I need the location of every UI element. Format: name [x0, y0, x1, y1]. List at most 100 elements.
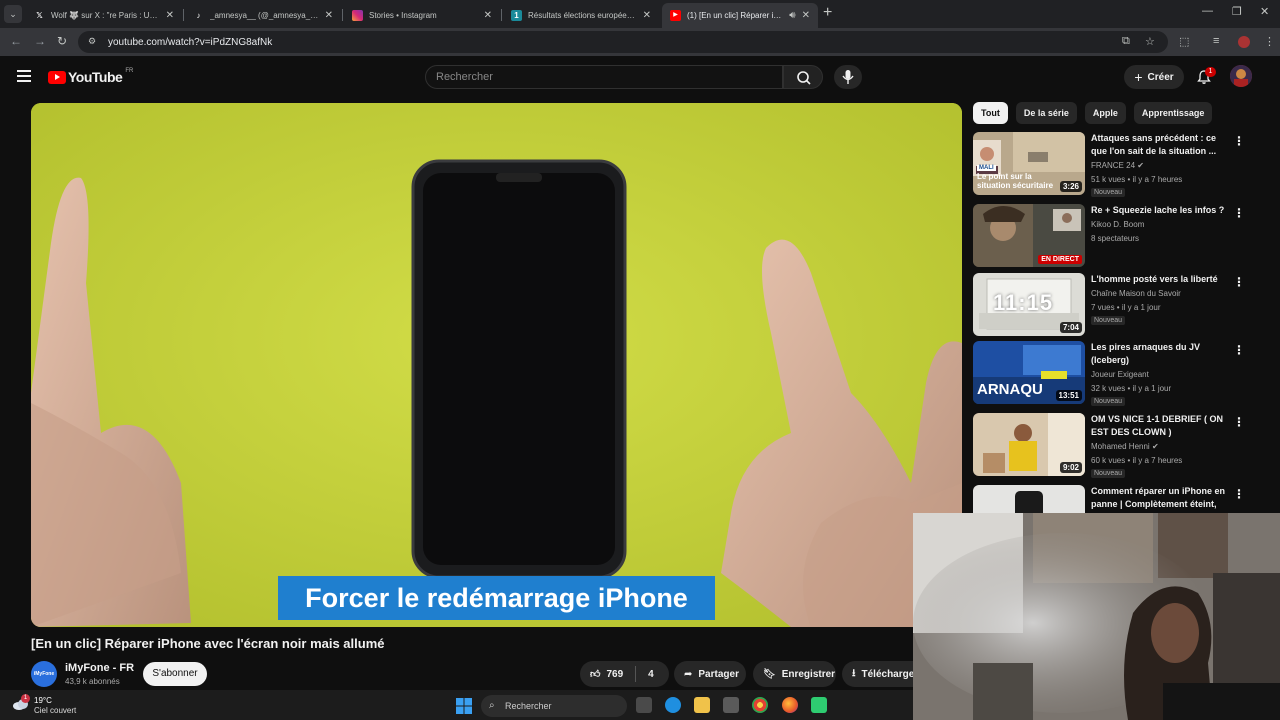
video-thumbnail[interactable]: MALI Le point sur la situation sécuritai…	[973, 132, 1085, 195]
close-tab-icon[interactable]: ✕	[484, 10, 492, 21]
close-tab-icon[interactable]: ✕	[802, 10, 810, 21]
chip-apple[interactable]: Apple	[1084, 102, 1126, 124]
more-options-icon[interactable]: ⋮	[1233, 487, 1245, 501]
maximize-icon[interactable]: ❐	[1232, 5, 1242, 18]
browser-tab-tiktok[interactable]: ♪ _amnesya__ (@_amnesya__) | Ti ✕	[185, 3, 341, 28]
new-badge: Nouveau	[1091, 397, 1126, 406]
weather-description[interactable]: Ciel couvert	[34, 706, 76, 715]
recommendation-channel[interactable]: Joueur Exigeant	[1091, 370, 1149, 379]
tiktok-icon: ♪	[196, 11, 201, 20]
menu-icon[interactable]	[17, 70, 31, 82]
recommendation-title[interactable]: Attaques sans précédent : ce que l'on sa…	[1091, 132, 1226, 158]
recommendation-title[interactable]: OM VS NICE 1-1 DEBRIEF ( ON EST DES CLOW…	[1091, 413, 1226, 439]
live-badge: EN DIRECT	[1038, 255, 1082, 264]
extensions-icon[interactable]: ⬚	[1179, 35, 1189, 48]
recommendation-title[interactable]: Comment réparer un iPhone en panne | Com…	[1091, 485, 1226, 511]
weather-badge: 1	[21, 694, 30, 703]
site-info-icon[interactable]: ⚙	[88, 36, 100, 48]
close-tab-icon[interactable]: ✕	[166, 10, 174, 21]
subscriber-count: 43,9 k abonnés	[65, 677, 120, 686]
tab-search-button[interactable]: ⌄	[4, 5, 22, 23]
recommendation-item[interactable]: ARNAQU 13:51 Les pires arnaques du JV (I…	[973, 341, 1245, 407]
browser-tab-elections[interactable]: 1 Résultats élections européenne ✕	[503, 3, 659, 28]
reload-icon[interactable]: ↻	[57, 34, 67, 48]
media-control-icon[interactable]: ≡	[1213, 35, 1219, 47]
firefox-icon[interactable]	[782, 697, 798, 713]
close-tab-icon[interactable]: ✕	[325, 10, 333, 21]
windows-start-icon[interactable]	[456, 698, 472, 714]
recommendation-item[interactable]: MALI Le point sur la situation sécuritai…	[973, 132, 1245, 198]
recommendation-channel[interactable]: Chaîne Maison du Savoir	[1091, 289, 1181, 298]
video-subtitle-caption: Forcer le redémarrage iPhone	[278, 576, 715, 620]
taskbar-search-input[interactable]: ⌕ Rechercher	[481, 695, 627, 717]
browser-tab-youtube[interactable]: ▶ (1) [En un clic] Réparer iPho 🔊︎ ✕	[662, 3, 818, 28]
recommendation-title[interactable]: Re + Squeezie lache les infos ?	[1091, 204, 1226, 217]
voice-search-button[interactable]	[834, 65, 862, 89]
verified-check-icon: ✔︎	[1151, 442, 1159, 451]
weather-temperature[interactable]: 19°C	[34, 696, 52, 705]
chip-learning[interactable]: Apprentissage	[1133, 102, 1213, 124]
browser-tab-strip: ⌄ 𝕏 Wolf 🐺 sur X : "re Paris : Un im ✕ ♪…	[0, 0, 1280, 28]
chip-series[interactable]: De la série	[1015, 102, 1077, 124]
browser-menu-icon[interactable]: ⋮	[1264, 35, 1275, 48]
channel-avatar[interactable]: iMyFone	[31, 661, 57, 687]
more-options-icon[interactable]: ⋮	[1233, 134, 1245, 148]
bookmark-icon: 🔖︎	[763, 668, 776, 680]
recommendation-channel[interactable]: Kikoo D. Boom	[1091, 220, 1144, 229]
create-button[interactable]: + Créer	[1124, 65, 1184, 89]
like-count[interactable]: 769	[606, 669, 623, 680]
install-app-icon[interactable]: ⧉	[1122, 35, 1130, 48]
thumbs-up-icon[interactable]: 👍︎	[590, 668, 600, 680]
browser-tab-x[interactable]: 𝕏 Wolf 🐺 sur X : "re Paris : Un im ✕	[26, 3, 182, 28]
chrome-icon[interactable]	[752, 697, 768, 713]
recommendation-item[interactable]: EN DIRECT Re + Squeezie lache les infos …	[973, 204, 1245, 270]
file-explorer-icon[interactable]	[694, 697, 710, 713]
recommendation-channel[interactable]: Mohamed Henni ✔︎	[1091, 442, 1159, 451]
recommendation-title[interactable]: L'homme posté vers la liberté	[1091, 273, 1226, 286]
share-button[interactable]: ➦ Partager	[674, 661, 746, 687]
video-title: [En un clic] Réparer iPhone avec l'écran…	[31, 636, 385, 651]
recommendation-item[interactable]: 11:15 7:04 L'homme posté vers la liberté…	[973, 273, 1245, 339]
browser-tab-instagram[interactable]: Stories • Instagram ✕	[344, 3, 500, 28]
new-tab-button[interactable]: +	[823, 4, 832, 22]
address-bar[interactable]: ⚙ youtube.com/watch?v=iPdZNG8afNk	[78, 31, 1168, 53]
channel-name[interactable]: iMyFone - FR	[65, 662, 134, 674]
bookmark-star-icon[interactable]: ☆	[1145, 35, 1155, 48]
search-input[interactable]: Rechercher	[425, 65, 783, 89]
recommendation-title[interactable]: Les pires arnaques du JV (Iceberg)	[1091, 341, 1226, 367]
search-button[interactable]	[783, 65, 823, 89]
subscribe-button[interactable]: S'abonner	[143, 662, 207, 686]
profile-icon[interactable]	[1238, 36, 1250, 48]
more-options-icon[interactable]: ⋮	[1233, 275, 1245, 289]
back-icon[interactable]: ←	[10, 34, 22, 48]
video-thumbnail[interactable]: ARNAQU 13:51	[973, 341, 1085, 404]
notification-badge: 1	[1205, 67, 1216, 77]
close-tab-icon[interactable]: ✕	[643, 10, 651, 21]
more-options-icon[interactable]: ⋮	[1233, 415, 1245, 429]
recommendation-channel[interactable]: FRANCE 24 ✔︎	[1091, 161, 1144, 170]
speaker-icon[interactable]: 🔊︎	[789, 10, 795, 21]
dislike-count[interactable]: 4	[648, 669, 654, 680]
recommendation-meta: 60 k vues • il y a 7 heures	[1091, 456, 1183, 465]
edge-icon[interactable]	[665, 697, 681, 713]
account-avatar[interactable]	[1230, 65, 1252, 87]
new-badge: Nouveau	[1091, 469, 1126, 478]
video-thumbnail[interactable]: 9:02	[973, 413, 1085, 476]
minimize-icon[interactable]: —	[1202, 5, 1213, 17]
more-options-icon[interactable]: ⋮	[1233, 206, 1245, 220]
download-button[interactable]: ⭳ Télécharge	[842, 661, 913, 687]
forward-icon[interactable]: →	[34, 34, 46, 48]
video-player[interactable]: Forcer le redémarrage iPhone	[31, 103, 962, 627]
close-window-icon[interactable]: ✕	[1260, 5, 1269, 18]
task-view-icon[interactable]	[636, 697, 652, 713]
save-button[interactable]: 🔖︎ Enregistrer	[753, 661, 836, 687]
recommendation-item[interactable]: 9:02 OM VS NICE 1-1 DEBRIEF ( ON EST DES…	[973, 413, 1245, 479]
app-icon[interactable]	[811, 697, 827, 713]
more-options-icon[interactable]: ⋮	[1233, 343, 1245, 357]
youtube-logo[interactable]: YouTube FR	[48, 68, 133, 85]
video-thumbnail[interactable]: 11:15 7:04	[973, 273, 1085, 336]
chip-all[interactable]: Tout	[973, 102, 1008, 124]
store-icon[interactable]	[723, 697, 739, 713]
like-dislike-group: 👍︎ 769 4	[580, 661, 669, 687]
video-thumbnail[interactable]: EN DIRECT	[973, 204, 1085, 267]
